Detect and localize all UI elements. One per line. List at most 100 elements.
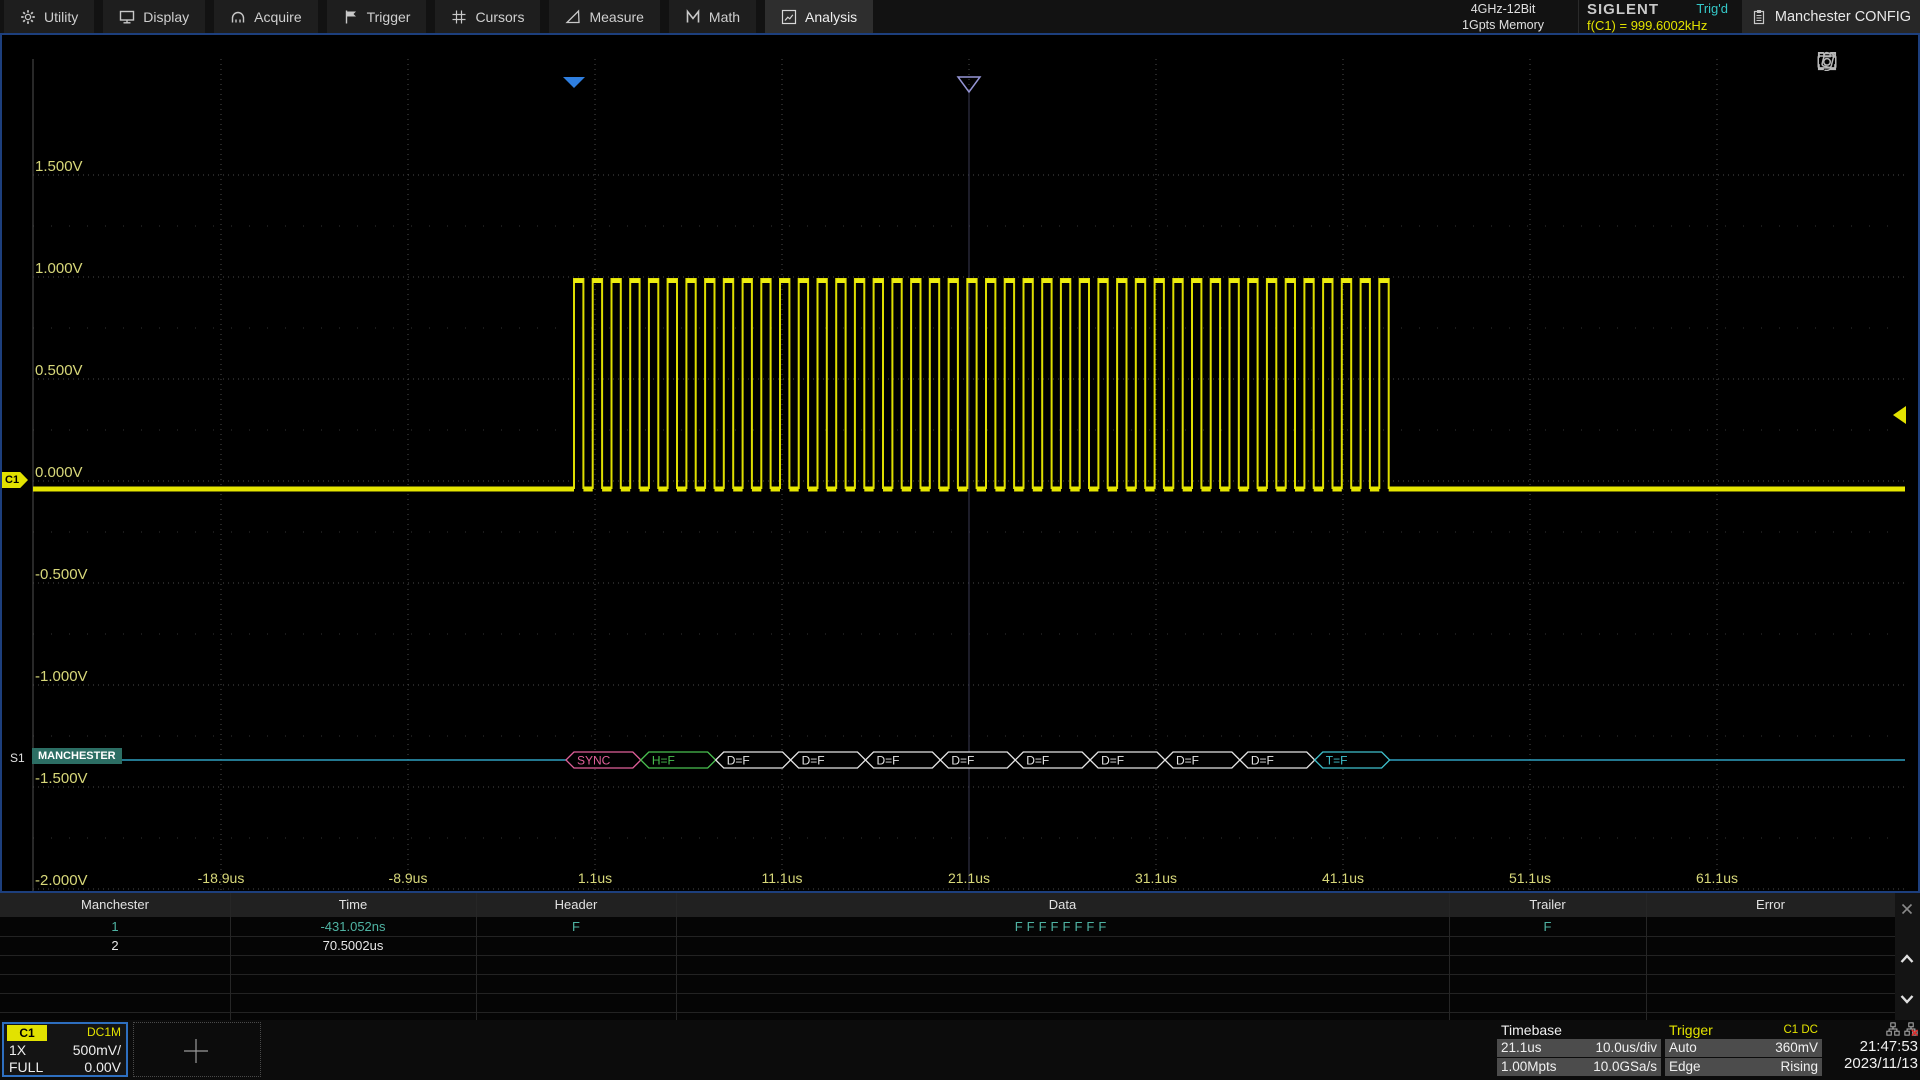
table-header-cell[interactable]: Time	[230, 893, 476, 917]
scope-corner-tools	[1817, 51, 1895, 71]
menu-item-label: Math	[709, 9, 740, 25]
voltage-label: -1.000V	[35, 668, 88, 685]
decode-channel-label: S1	[10, 751, 25, 765]
timebase-panel[interactable]: Timebase 21.1us 10.0us/div 1.00Mpts 10.0…	[1497, 1022, 1661, 1077]
channel1-panel[interactable]: C1 DC1M 1X 500mV/ FULL 0.00V	[2, 1022, 128, 1077]
timebase-samplerate: 10.0GSa/s	[1593, 1058, 1657, 1076]
bandwidth-limit-label: FULL	[9, 1059, 43, 1075]
time-label: 11.1us	[747, 870, 817, 886]
table-header-cell[interactable]: Trailer	[1449, 893, 1646, 917]
column-divider	[1646, 893, 1647, 1020]
lan-disconnected-icon[interactable]	[1904, 1022, 1918, 1036]
clock-panel: 21:47:53 2023/11/13	[1826, 1022, 1918, 1072]
cursors-icon	[451, 9, 467, 25]
analysis-icon	[781, 9, 797, 25]
decode-frame-label: D=F	[727, 754, 750, 768]
trigger-flag-icon	[343, 9, 359, 25]
time-label: 61.1us	[1682, 870, 1752, 886]
menu-item-display[interactable]: Display	[103, 0, 205, 33]
menu-item-analysis[interactable]: Analysis	[765, 0, 873, 33]
lan-icon[interactable]	[1886, 1022, 1900, 1036]
decode-frame-label: D=F	[876, 754, 899, 768]
table-row-empty	[0, 974, 1895, 994]
fullscreen-icon[interactable]	[1846, 51, 1866, 71]
trigger-mode: Auto	[1669, 1039, 1697, 1057]
table-cell: 1	[0, 917, 230, 936]
timebase-scale: 10.0us/div	[1595, 1039, 1657, 1057]
table-header-cell[interactable]: Error	[1646, 893, 1895, 917]
trigger-position-marker[interactable]	[563, 77, 585, 88]
table-row-empty	[0, 955, 1895, 975]
menu-item-label: Analysis	[805, 9, 857, 25]
menu-item-measure[interactable]: Measure	[549, 0, 659, 33]
time-label: 21:47:53	[1826, 1038, 1918, 1055]
menu-item-cursors[interactable]: Cursors	[435, 0, 540, 33]
voltage-label: 0.000V	[35, 464, 83, 481]
trigger-level-marker[interactable]	[1893, 406, 1906, 424]
table-row[interactable]: 270.5002us	[0, 936, 1895, 956]
trigger-status-badge: Trig'd	[1696, 1, 1728, 16]
time-label: 51.1us	[1495, 870, 1565, 886]
menu-item-label: Trigger	[367, 9, 411, 25]
decode-frame-label: D=F	[1101, 754, 1124, 768]
column-divider	[230, 893, 231, 1020]
trigger-level: 360mV	[1775, 1039, 1818, 1057]
probe-label: 1X	[9, 1042, 26, 1058]
trigger-source: C1 DC	[1783, 1022, 1818, 1039]
acquisition-info: 4GHz-12Bit 1Gpts Memory	[1433, 0, 1573, 33]
menu-item-utility[interactable]: Utility	[4, 0, 94, 33]
decode-frame-label: H=F	[652, 754, 675, 768]
time-label: 31.1us	[1121, 870, 1191, 886]
decode-frame-label: D=F	[1251, 754, 1274, 768]
column-divider	[476, 893, 477, 1020]
offset-label: 0.00V	[84, 1059, 121, 1075]
clipboard-icon	[1751, 9, 1767, 25]
table-cell	[1646, 936, 1895, 955]
voltage-label: -2.000V	[35, 872, 88, 889]
column-divider	[1449, 893, 1450, 1020]
menu-bar-items: Utility Display Acquire Trigger Cursors Measu…	[4, 0, 882, 33]
table-scrollbar[interactable]	[1895, 893, 1920, 1020]
time-label: -8.9us	[373, 870, 443, 886]
menu-item-acquire[interactable]: Acquire	[214, 0, 317, 33]
menu-item-trigger[interactable]: Trigger	[327, 0, 427, 33]
timebase-delay: 21.1us	[1501, 1039, 1542, 1057]
table-header-cell[interactable]: Header	[476, 893, 676, 917]
table-cell	[476, 936, 676, 955]
table-cell: 70.5002us	[230, 936, 476, 955]
table-header-cell[interactable]: Data	[676, 893, 1449, 917]
menu-item-math[interactable]: Math	[669, 0, 756, 33]
frequency-counter-readout: f(C1) = 999.6002kHz	[1587, 18, 1728, 33]
time-label: 21.1us	[934, 870, 1004, 886]
decode-frame-label: D=F	[1026, 754, 1049, 768]
config-button-label: Manchester CONFIG	[1775, 9, 1911, 25]
voltage-label: 1.500V	[35, 158, 83, 175]
table-cell: F	[1449, 917, 1646, 936]
channel1-badge: C1	[7, 1025, 47, 1041]
waveform-display-area[interactable]: SYNCH=FD=FD=FD=FD=FD=FD=FD=FD=FT=F 1.500…	[0, 33, 1920, 893]
table-cell: FFFFFFFF	[676, 917, 1449, 936]
time-label: 41.1us	[1308, 870, 1378, 886]
menu-item-label: Measure	[589, 9, 643, 25]
manchester-config-button[interactable]: Manchester CONFIG	[1742, 0, 1920, 33]
time-label: 1.1us	[560, 870, 630, 886]
date-label: 2023/11/13	[1826, 1055, 1918, 1072]
chevron-up-icon[interactable]	[1899, 951, 1915, 967]
decode-bus-badge[interactable]: MANCHESTER	[32, 748, 122, 764]
table-header-cell[interactable]: Manchester	[0, 893, 230, 917]
trigger-slope: Rising	[1780, 1058, 1818, 1076]
decode-results-table: ManchesterTimeHeaderDataTrailerError 1-4…	[0, 893, 1920, 1020]
rotate-display-icon[interactable]	[1875, 51, 1895, 71]
add-channel-slot[interactable]	[133, 1022, 261, 1077]
bottom-status-bar: C1 DC1M 1X 500mV/ FULL 0.00V Timebase 21…	[0, 1020, 1920, 1080]
trigger-panel[interactable]: Trigger C1 DC Auto 360mV Edge Rising	[1665, 1022, 1822, 1077]
table-row[interactable]: 1-431.052nsFFFFFFFFFF	[0, 917, 1895, 937]
voltage-label: -0.500V	[35, 566, 88, 583]
close-icon[interactable]	[1899, 901, 1915, 917]
chevron-down-icon[interactable]	[1899, 991, 1915, 1007]
table-row-empty	[0, 993, 1895, 1013]
table-cell: -431.052ns	[230, 917, 476, 936]
coupling-label: DC1M	[87, 1025, 121, 1039]
measure-icon	[565, 9, 581, 25]
horizontal-markers[interactable]	[563, 77, 1906, 424]
